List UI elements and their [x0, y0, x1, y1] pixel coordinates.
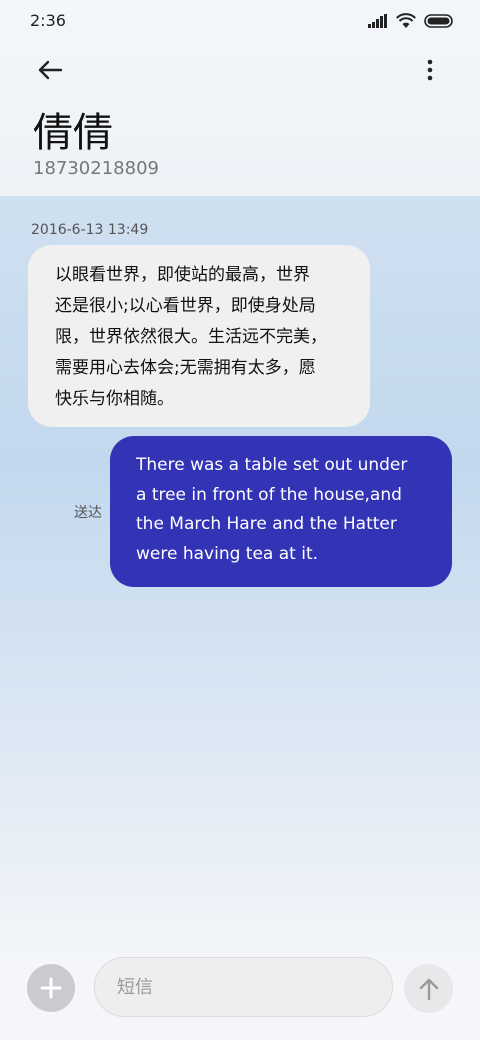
message-input[interactable]: [94, 957, 393, 1017]
delivery-status: 送达: [74, 505, 102, 521]
composer-bar: [0, 957, 480, 1040]
incoming-message-line: 需要用心去体会;无需拥有太多，愿: [55, 358, 316, 378]
outgoing-message-line: There was a table set out under: [136, 455, 408, 475]
status-icons: [368, 12, 454, 30]
header: 2:36 倩倩 18730218809: [0, 0, 480, 196]
signal-icon: [368, 14, 387, 28]
battery-icon: [424, 14, 453, 28]
send-arrow-icon: [419, 978, 438, 1000]
outgoing-message-line: a tree in front of the house,and: [136, 484, 402, 505]
back-arrow-icon: [38, 60, 63, 80]
incoming-message-line: 还是很小;以心看世界，即使身处局: [55, 296, 316, 316]
contact-name: 倩倩: [33, 110, 113, 156]
outgoing-message-bubble[interactable]: There was a table set out under a tree i…: [110, 436, 452, 587]
wifi-icon: [396, 13, 416, 28]
back-button[interactable]: [28, 50, 72, 90]
incoming-message-line: 快乐与你相随。: [55, 389, 174, 409]
add-attachment-button[interactable]: [27, 964, 75, 1012]
status-bar: 2:36: [0, 0, 480, 40]
message-screen: 2:36 倩倩 18730218809 2016-6-13 13:49 以眼看世…: [0, 0, 480, 1040]
plus-icon: [40, 977, 62, 999]
status-time: 2:36: [30, 11, 66, 30]
outgoing-message-line: the March Hare and the Hatter: [136, 514, 397, 534]
conversation-area[interactable]: 2016-6-13 13:49 以眼看世界，即使站的最高，世界 还是很小;以心看…: [0, 196, 480, 960]
message-timestamp: 2016-6-13 13:49: [31, 222, 149, 238]
incoming-message-line: 以眼看世界，即使站的最高，世界: [55, 265, 310, 285]
incoming-message-bubble[interactable]: 以眼看世界，即使站的最高，世界 还是很小;以心看世界，即使身处局 限，世界依然很…: [28, 245, 370, 427]
outgoing-message-line: were having tea at it.: [136, 543, 319, 564]
more-options-button[interactable]: [410, 50, 450, 90]
incoming-message-line: 限，世界依然很大。生活远不完美，: [55, 327, 327, 347]
send-button[interactable]: [404, 964, 453, 1013]
contact-number: 18730218809: [33, 158, 159, 179]
more-vertical-icon: [427, 59, 433, 81]
